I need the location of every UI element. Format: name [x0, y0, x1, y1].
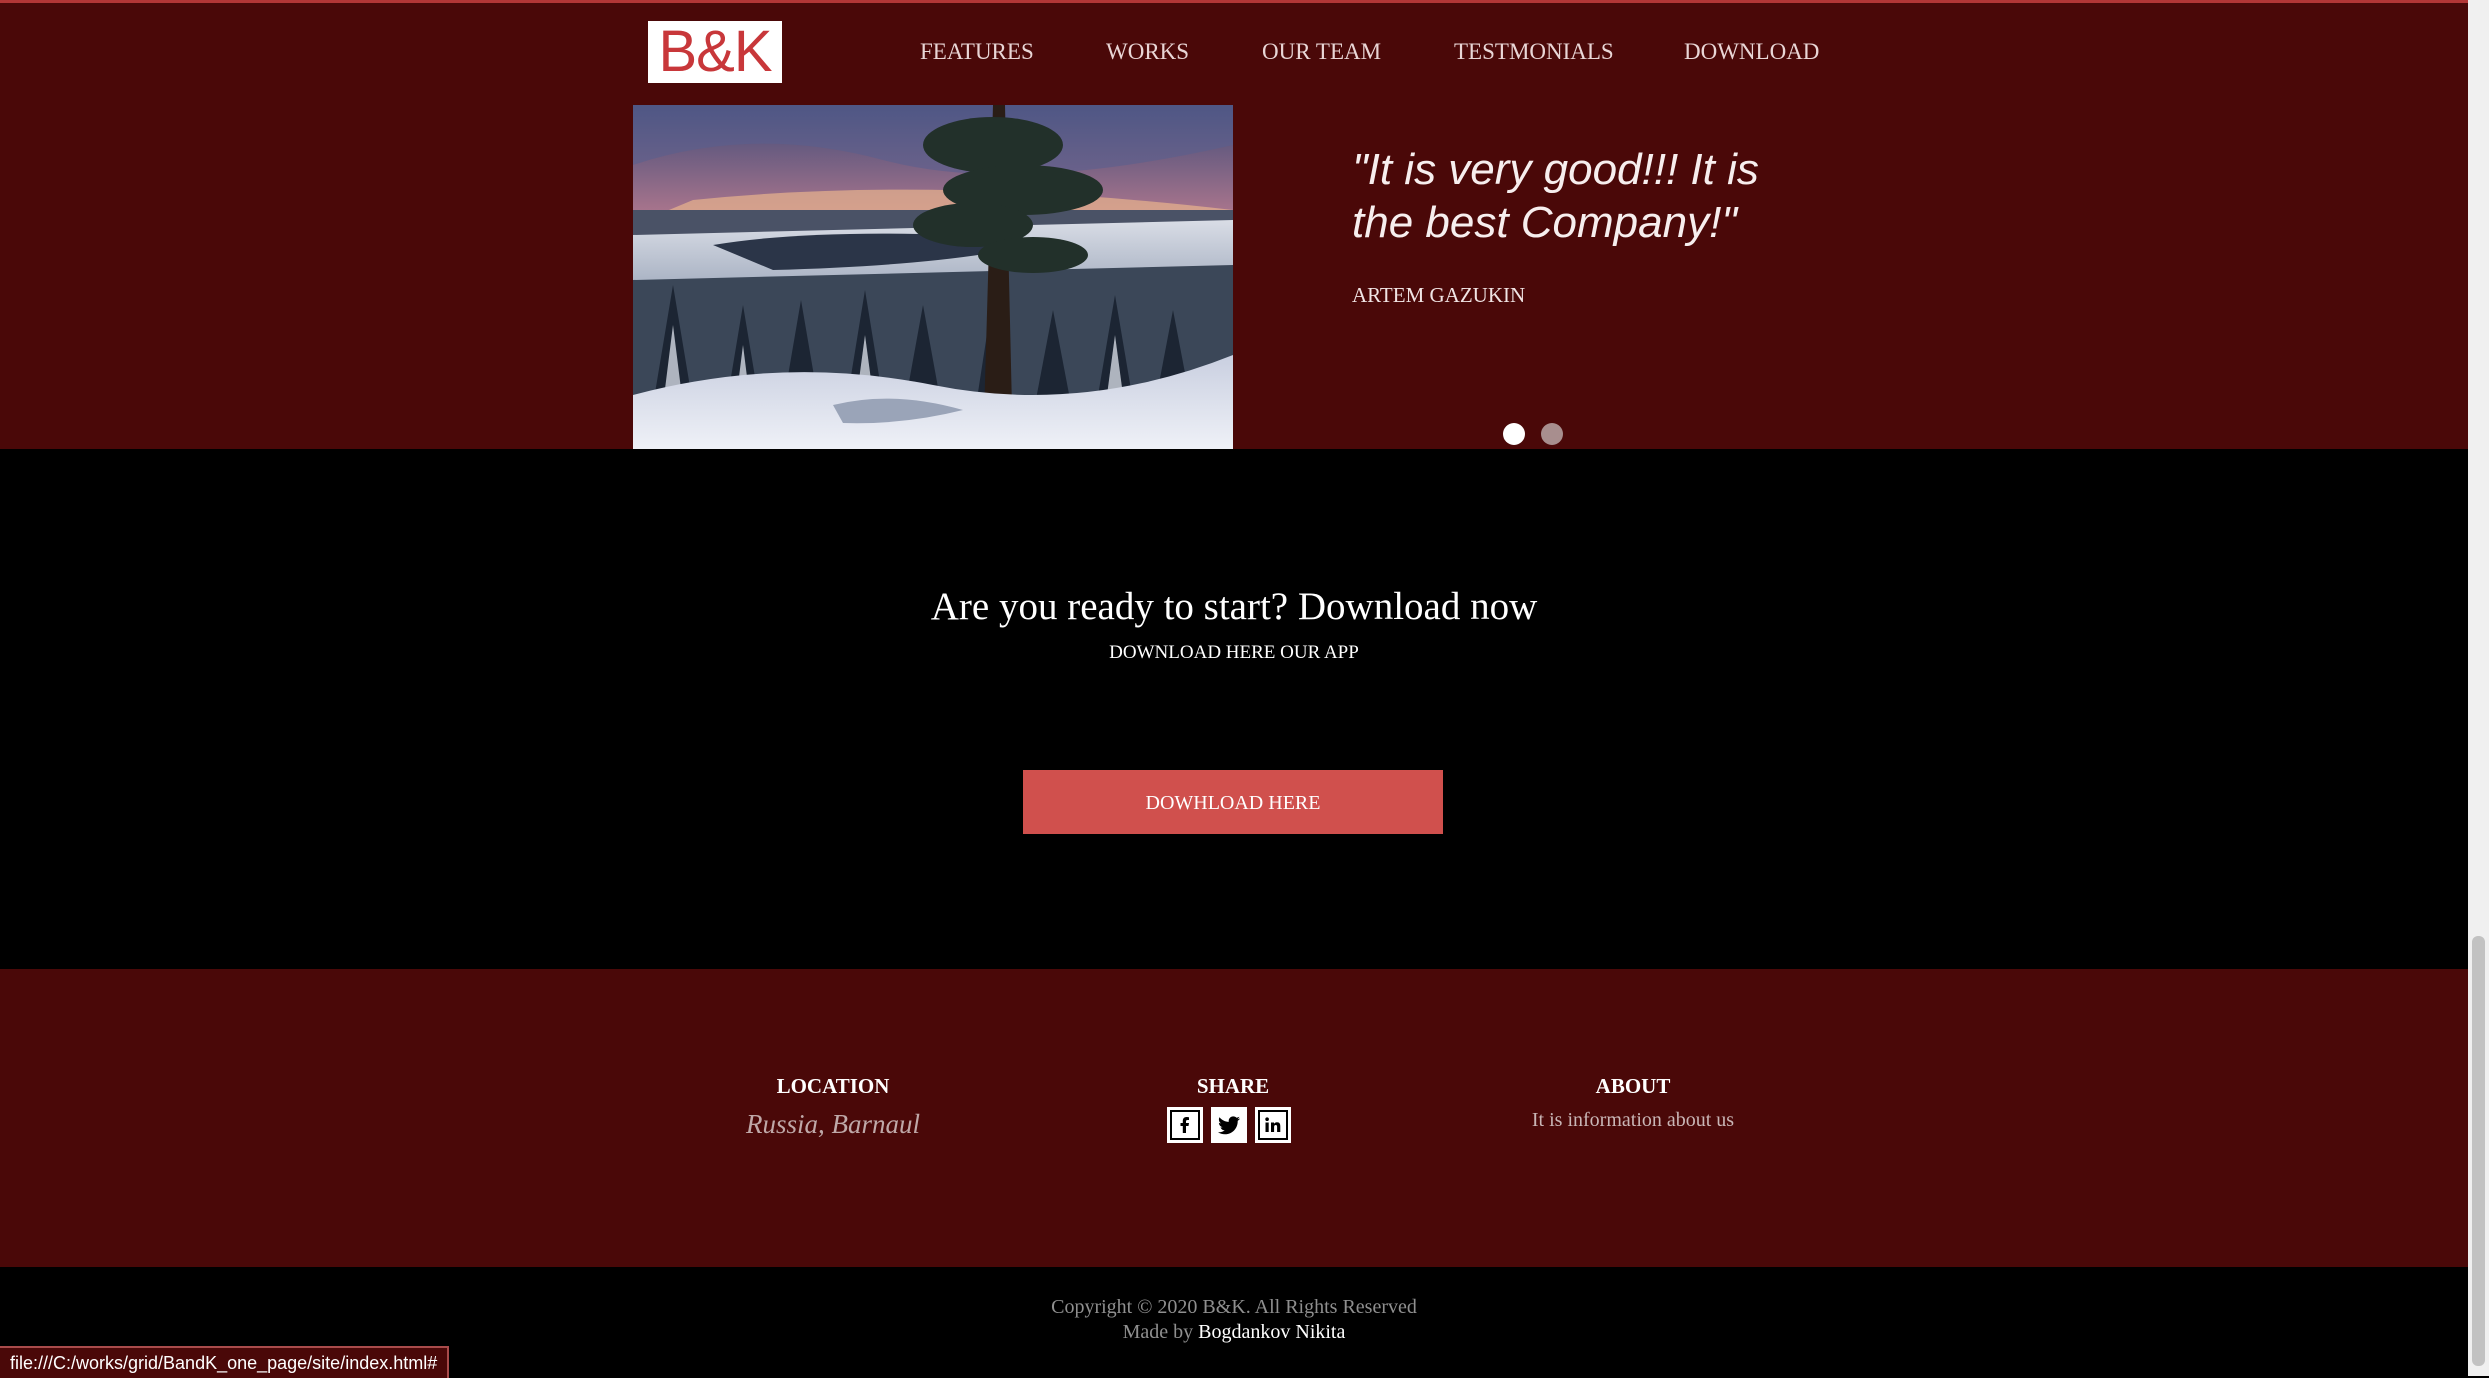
share-title: SHARE: [1196, 1074, 1270, 1098]
author-link[interactable]: Bogdankov Nikita: [1198, 1321, 1345, 1343]
facebook-icon[interactable]: [1167, 1107, 1203, 1143]
made-by-prefix: Made by: [1122, 1321, 1194, 1343]
nav-item-download[interactable]: DOWNLOAD: [1684, 39, 1819, 65]
testimonial-quote: "It is very good!!! It is the best Compa…: [1352, 145, 1759, 247]
slider-dot-1[interactable]: [1503, 423, 1525, 445]
copyright-text: Copyright © 2020 B&K. All Rights Reserve…: [1051, 1296, 1417, 1318]
about-title: ABOUT: [1595, 1074, 1671, 1098]
footer: LOCATION Russia, Barnaul SHARE ABOUT It …: [0, 969, 2468, 1267]
download-section: Are you ready to start? Download now DOW…: [0, 449, 2468, 969]
testimonial-section: B&K FEATURES WORKS OUR TEAM TESTMONIALS …: [0, 3, 2468, 452]
vertical-scrollbar[interactable]: [2468, 0, 2489, 1376]
about-text: It is information about us: [1531, 1109, 1735, 1131]
download-subheading: DOWNLOAD HERE OUR APP: [1109, 642, 1359, 663]
made-by-line: Made by Bogdankov Nikita: [0, 1321, 2468, 1344]
link-status-bar: file:///C:/works/grid/BandK_one_page/sit…: [0, 1346, 450, 1378]
brand-logo[interactable]: B&K: [648, 21, 782, 83]
download-heading: Are you ready to start? Download now: [930, 585, 1538, 628]
twitter-icon[interactable]: [1211, 1107, 1247, 1143]
nav-item-features[interactable]: FEATURES: [920, 39, 1034, 65]
testimonial-photo: [633, 105, 1233, 452]
nav-item-works[interactable]: WORKS: [1106, 39, 1189, 65]
testimonial-author: ARTEM GAZUKIN: [1352, 283, 1526, 307]
scrollbar-thumb[interactable]: [2472, 936, 2485, 1366]
linkedin-icon[interactable]: [1255, 1107, 1291, 1143]
nav-item-testmonials[interactable]: TESTMONIALS: [1454, 39, 1614, 65]
slider-dot-2[interactable]: [1541, 423, 1563, 445]
nav-item-our-team[interactable]: OUR TEAM: [1262, 39, 1381, 65]
location-text: Russia, Barnaul: [745, 1109, 920, 1139]
location-title: LOCATION: [776, 1074, 890, 1098]
download-button[interactable]: DOWHLOAD HERE: [1023, 770, 1443, 834]
